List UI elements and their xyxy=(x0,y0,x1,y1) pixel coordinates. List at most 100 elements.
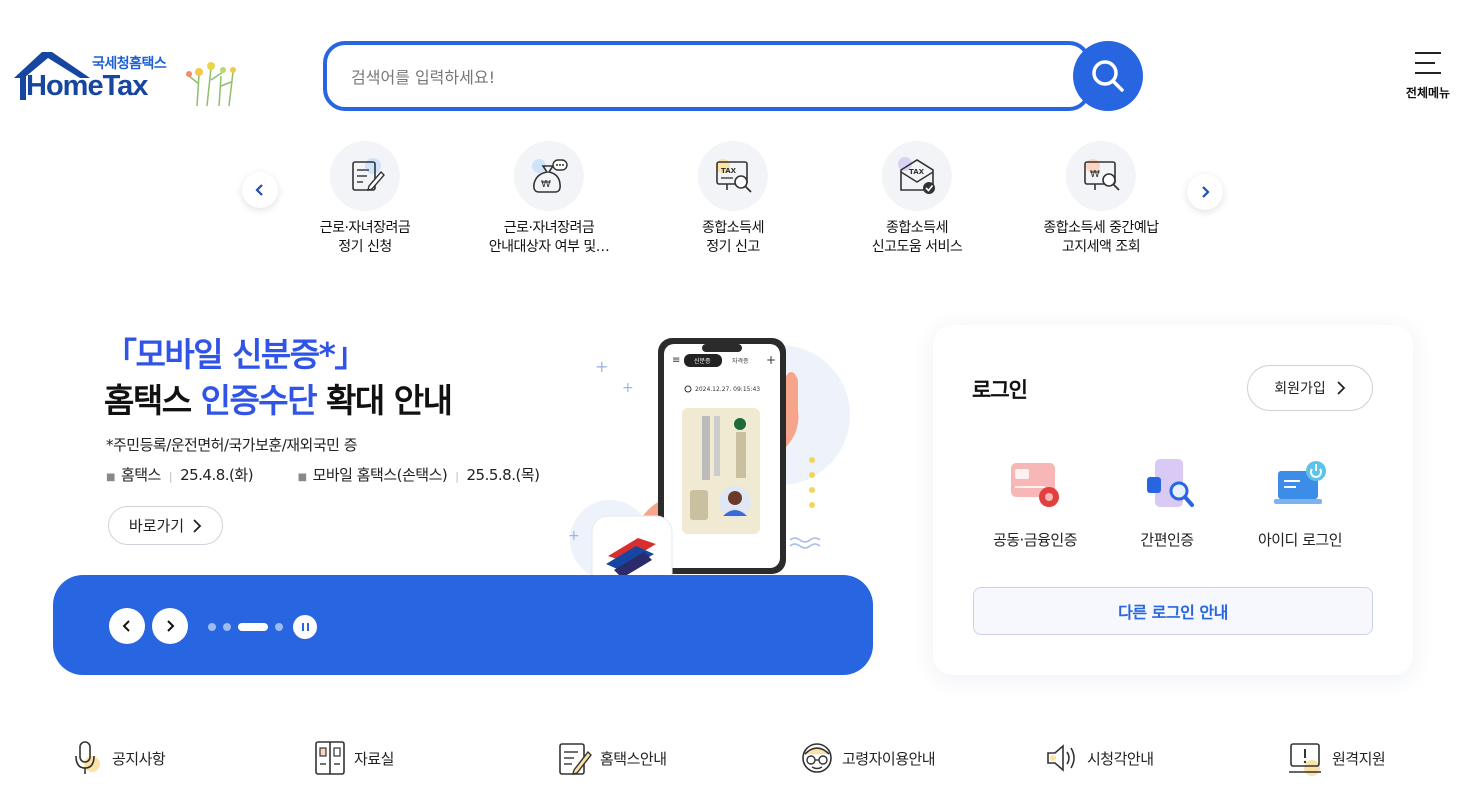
banner-dot-3-active[interactable] xyxy=(238,623,268,631)
banner-next-button[interactable] xyxy=(152,608,188,644)
quick-menu-item-2-line1: 근로·자녀장려금 xyxy=(503,220,595,236)
speaker-icon xyxy=(1047,744,1075,772)
flower-decoration-icon xyxy=(186,62,236,106)
join-label: 회원가입 xyxy=(1274,381,1326,397)
search-box[interactable] xyxy=(323,41,1091,111)
svg-text:+: + xyxy=(595,357,608,376)
hamburger-icon xyxy=(1415,52,1441,74)
quick-menu-item-5[interactable]: ₩ 종합소득세 중간예납 고지세액 조회 xyxy=(1011,141,1191,257)
svg-text:+: + xyxy=(568,528,580,544)
banner-go-button[interactable]: 바로가기 xyxy=(108,506,223,545)
svg-text:TAX: TAX xyxy=(909,168,925,176)
search-input[interactable] xyxy=(351,63,1051,91)
bottom-nav-hometax-guide-label: 홈택스안내 xyxy=(600,749,667,768)
login-option-simple[interactable]: 간편인증 xyxy=(1102,455,1232,550)
login-panel: 로그인 회원가입 공동·금융인증 간편인증 아이디 로그인 다른 로그인 안내 xyxy=(933,325,1413,675)
remote-support-icon xyxy=(1289,743,1321,776)
quick-menu-item-4[interactable]: TAX 종합소득세 신고도움 서비스 xyxy=(827,141,1007,257)
banner-note: *주민등록/운전면허/국가보훈/재외국민 증 xyxy=(106,436,358,454)
bottom-nav-remote-support[interactable]: 원격지원 xyxy=(1288,740,1386,776)
logo-big-text: HomeTax xyxy=(26,70,148,102)
bottom-nav-notice[interactable]: 공지사항 xyxy=(72,740,166,776)
senior-face-icon xyxy=(802,743,832,773)
chevron-right-icon xyxy=(1337,381,1346,395)
search-button[interactable] xyxy=(1073,41,1143,111)
mobile-id-illustration: + + + 신분증 자격증 ≡ + 2024.12.27. 09:15:43 xyxy=(568,338,850,580)
banner-dot-2[interactable] xyxy=(223,623,231,631)
banner-date2-value: 25.5.8.(목) xyxy=(466,466,540,484)
login-option-simple-label: 간편인증 xyxy=(1140,531,1194,549)
certificate-card-icon xyxy=(1011,463,1059,507)
chevron-right-icon xyxy=(167,620,175,632)
bottom-nav-senior-guide[interactable]: 고령자이용안내 xyxy=(800,740,936,776)
all-menu-label: 전체메뉴 xyxy=(1405,86,1451,100)
document-pen-icon xyxy=(352,158,385,191)
all-menu-button[interactable]: 전체메뉴 xyxy=(1398,52,1458,101)
pause-icon xyxy=(301,623,304,631)
join-button[interactable]: 회원가입 xyxy=(1247,365,1373,411)
quick-menu-item-4-line2: 신고도움 서비스 xyxy=(871,239,963,255)
tax-monitor-search-icon: TAX xyxy=(716,159,752,193)
phone-search-icon xyxy=(1147,459,1194,507)
bottom-nav-audiovisual-label: 시청각안내 xyxy=(1087,749,1154,768)
quick-menu-item-3[interactable]: TAX 종합소득세 정기 신고 xyxy=(643,141,823,257)
banner-dot-1[interactable] xyxy=(208,623,216,631)
search-icon xyxy=(1092,60,1124,92)
bottom-nav-hometax-guide[interactable]: 홈택스안내 xyxy=(558,740,667,776)
quick-menu-item-3-line2: 정기 신고 xyxy=(706,239,760,255)
quick-menu-item-1[interactable]: 근로·자녀장려금 정기 신청 xyxy=(275,141,455,257)
cabinet-icon xyxy=(315,741,345,775)
bottom-nav-audiovisual[interactable]: 시청각안내 xyxy=(1045,740,1154,776)
banner-title-part-a: 홈택스 xyxy=(104,381,201,420)
bottom-nav-senior-guide-label: 고령자이용안내 xyxy=(842,749,936,768)
svg-text:≡: ≡ xyxy=(672,355,680,366)
phone-tab-1: 신분증 xyxy=(694,357,711,365)
other-login-button[interactable]: 다른 로그인 안내 xyxy=(973,587,1373,635)
bottom-nav-library[interactable]: 자료실 xyxy=(314,740,394,776)
banner-date1-value: 25.4.8.(화) xyxy=(180,466,254,484)
money-bag-chat-icon: ₩ xyxy=(532,159,568,193)
chevron-left-icon xyxy=(255,184,263,196)
login-option-certificate-label: 공동·금융인증 xyxy=(992,531,1078,549)
phone-tab-2: 자격증 xyxy=(732,357,749,365)
quick-menu-item-5-line2: 고지세액 조회 xyxy=(1061,239,1141,255)
svg-text:₩: ₩ xyxy=(1090,169,1100,180)
login-option-id-label: 아이디 로그인 xyxy=(1257,531,1343,549)
banner-pause-button[interactable] xyxy=(293,615,317,639)
banner-dot-4[interactable] xyxy=(275,623,283,631)
chevron-right-icon xyxy=(1202,186,1210,198)
tax-envelope-check-icon: TAX xyxy=(898,157,935,194)
banner-title-line2: 홈택스 인증수단 확대 안내 xyxy=(104,374,453,422)
bottom-nav-library-label: 자료실 xyxy=(354,749,394,768)
quick-menu-next-button[interactable] xyxy=(1187,174,1223,210)
banner-go-label: 바로가기 xyxy=(128,517,185,535)
banner-title-part-c: 확대 안내 xyxy=(316,381,453,420)
quick-menu-item-2[interactable]: ₩ 근로·자녀장려금 안내대상자 여부 및… xyxy=(459,141,639,257)
bottom-nav-notice-label: 공지사항 xyxy=(112,749,166,768)
login-option-id[interactable]: 아이디 로그인 xyxy=(1235,455,1365,550)
quick-menu-item-1-line2: 정기 신청 xyxy=(338,239,392,255)
login-option-certificate[interactable]: 공동·금융인증 xyxy=(970,455,1100,550)
svg-text:+: + xyxy=(766,353,776,367)
login-title: 로그인 xyxy=(972,378,1028,402)
won-monitor-search-icon: ₩ xyxy=(1084,159,1120,191)
quick-menu-item-4-line1: 종합소득세 xyxy=(886,220,948,236)
banner-title-highlight: 인증수단 xyxy=(200,381,318,420)
phone-time: 2024.12.27. 09:15:43 xyxy=(695,386,760,393)
svg-text:TAX: TAX xyxy=(721,167,737,175)
laptop-power-icon xyxy=(1274,461,1326,504)
hometax-logo[interactable]: 국세청홈택스 HomeTax xyxy=(12,50,242,110)
microphone-icon xyxy=(75,741,100,774)
quick-menu-prev-button[interactable] xyxy=(242,172,278,208)
banner-prev-button[interactable] xyxy=(109,608,145,644)
banner-date1-label: 홈택스 xyxy=(120,466,161,484)
svg-text:₩: ₩ xyxy=(541,179,551,190)
chevron-left-icon xyxy=(122,620,130,632)
banner-title-line1: 「모바일 신분증*」 xyxy=(104,335,367,374)
bottom-nav-remote-support-label: 원격지원 xyxy=(1332,749,1386,768)
quick-menu-item-3-line1: 종합소득세 xyxy=(702,220,764,236)
banner-date2-label: 모바일 홈택스(손택스) xyxy=(312,466,448,484)
svg-text:+: + xyxy=(622,380,634,396)
banner-dates: ■ 홈택스 | 25.4.8.(화) ■ 모바일 홈택스(손택스) | 25.5.8.(목) xyxy=(106,466,540,484)
quick-menu-item-1-line1: 근로·자녀장려금 xyxy=(319,220,411,236)
